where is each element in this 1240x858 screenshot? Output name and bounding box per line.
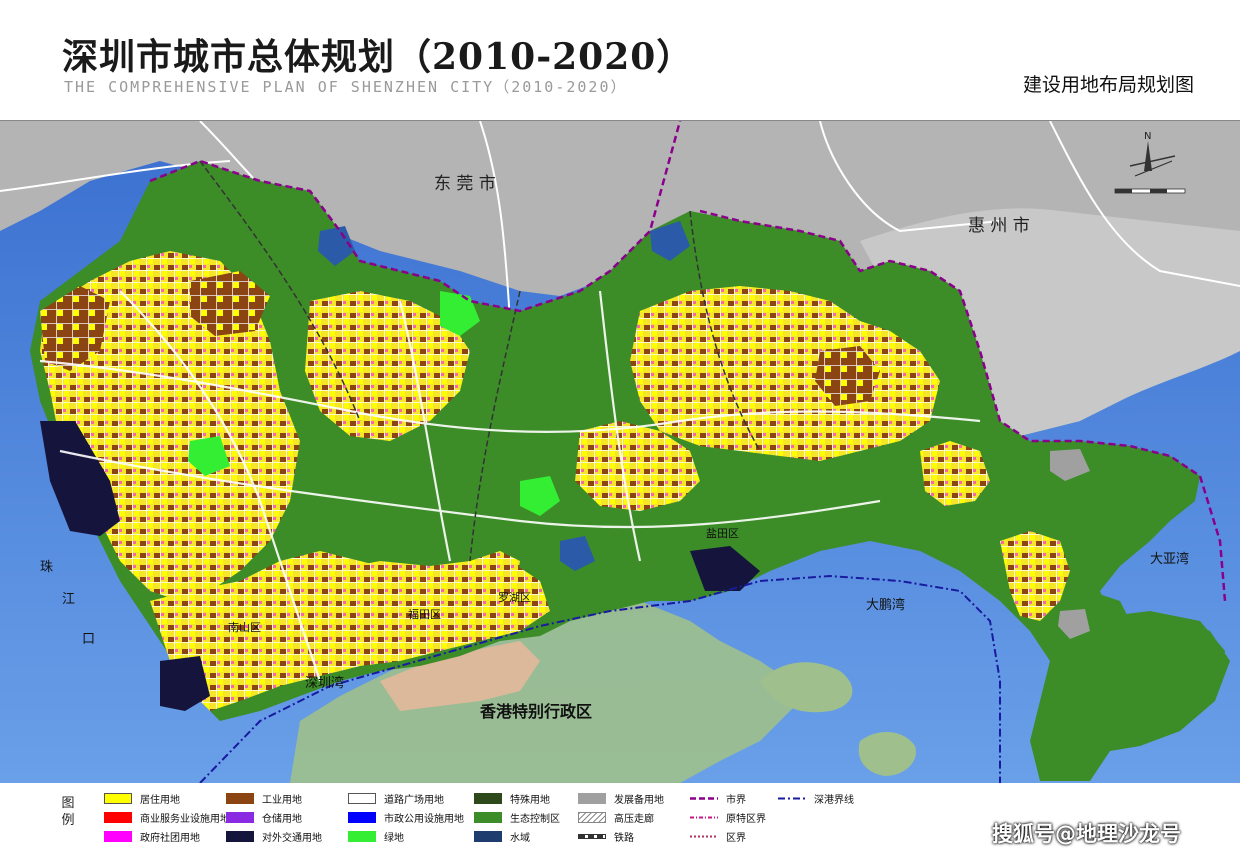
- commercial-swatch-icon: [104, 811, 132, 823]
- legend-item-hv-corridor: 高压走廊: [578, 809, 654, 825]
- legend-label: 商业服务业设施用地: [140, 813, 230, 825]
- region-label-dongguan: 东 莞 市: [434, 174, 496, 194]
- land-use-map[interactable]: N 东 莞 市 惠 州 市 香港特别行政区 福田区 罗湖区 盐田区 南山区 珠 …: [0, 120, 1240, 784]
- industrial-swatch-icon: [226, 792, 254, 804]
- water-label-pearl-river-1: 珠: [40, 560, 53, 575]
- special-swatch-icon: [474, 792, 502, 804]
- legend-label: 市界: [726, 794, 746, 806]
- sz-hk-boundary-swatch-icon: [778, 793, 806, 804]
- legend-item-transport: 对外交通用地: [226, 828, 322, 844]
- legend-item-special: 特殊用地: [474, 790, 550, 806]
- header: 深圳市城市总体规划（2010-2020） THE COMPREHENSIVE P…: [0, 0, 1240, 120]
- district-label-futian: 福田区: [408, 607, 441, 621]
- eco-control-swatch-icon: [474, 811, 502, 823]
- legend-label: 市政公用设施用地: [384, 813, 464, 825]
- legend-label: 仓储用地: [262, 813, 302, 825]
- government-swatch-icon: [104, 830, 132, 842]
- legend-label: 铁路: [614, 832, 634, 844]
- legend-label: 生态控制区: [510, 813, 560, 825]
- legend-item-city-boundary: 市界: [690, 790, 746, 806]
- residential-swatch-icon: [104, 792, 132, 804]
- legend-item-roads: 道路广场用地: [348, 790, 444, 806]
- legend-item-industrial: 工业用地: [226, 790, 302, 806]
- legend-label: 政府社团用地: [140, 832, 200, 844]
- legend-item-reserve: 发展备用地: [578, 790, 664, 806]
- green-swatch-icon: [348, 830, 376, 842]
- watermark: 搜狐号@地理沙龙号: [992, 822, 1181, 846]
- legend-label: 居住用地: [140, 794, 180, 806]
- water-label-dapeng-bay: 大鹏湾: [866, 597, 905, 613]
- legend-label: 深港界线: [814, 794, 854, 806]
- legend-label: 原特区界: [726, 813, 766, 825]
- water-label-daya-bay: 大亚湾: [1150, 551, 1189, 567]
- sez-boundary-swatch-icon: [690, 812, 718, 823]
- water-label-pearl-river-2: 江: [62, 592, 75, 607]
- legend-heading: 图例: [61, 796, 75, 828]
- district-label-yantian: 盐田区: [706, 527, 739, 540]
- legend-label: 对外交通用地: [262, 832, 322, 844]
- railway-swatch-icon: [578, 833, 606, 839]
- region-label-hongkong: 香港特别行政区: [479, 702, 592, 721]
- district-boundary-swatch-icon: [690, 831, 718, 842]
- legend-label: 道路广场用地: [384, 794, 444, 806]
- legend-item-commercial: 商业服务业设施用地: [104, 809, 230, 825]
- legend-item-green: 绿地: [348, 828, 404, 844]
- legend-label: 发展备用地: [614, 794, 664, 806]
- utilities-swatch-icon: [348, 811, 376, 823]
- hv-corridor-swatch-icon: [578, 811, 606, 823]
- legend-item-residential: 居住用地: [104, 790, 180, 806]
- reserve-swatch-icon: [578, 792, 606, 804]
- map-title: 建设用地布局规划图: [1022, 74, 1194, 96]
- water-label-pearl-river-3: 口: [82, 632, 95, 647]
- legend-item-railway: 铁路: [578, 828, 634, 844]
- legend-item-sez-boundary: 原特区界: [690, 809, 766, 825]
- district-label-luohu: 罗湖区: [498, 591, 531, 604]
- legend-item-storage: 仓储用地: [226, 809, 302, 825]
- storage-swatch-icon: [226, 811, 254, 823]
- water-swatch-icon: [474, 830, 502, 842]
- region-label-huizhou: 惠 州 市: [968, 216, 1030, 236]
- legend-label: 绿地: [384, 832, 404, 844]
- legend-label: 高压走廊: [614, 813, 654, 825]
- legend-item-government: 政府社团用地: [104, 828, 200, 844]
- map-canvas: N 东 莞 市 惠 州 市 香港特别行政区 福田区 罗湖区 盐田区 南山区 珠 …: [0, 121, 1240, 783]
- water-label-shenzhen-bay: 深圳湾: [305, 675, 344, 691]
- legend-item-district-boundary: 区界: [690, 828, 746, 844]
- page-subtitle: THE COMPREHENSIVE PLAN OF SHENZHEN CITY（…: [64, 78, 628, 96]
- legend-item-eco-control: 生态控制区: [474, 809, 560, 825]
- district-label-nanshan: 南山区: [228, 621, 261, 634]
- legend-label: 水域: [510, 832, 530, 844]
- legend-label: 区界: [726, 832, 746, 844]
- legend-label: 特殊用地: [510, 794, 550, 806]
- page-title: 深圳市城市总体规划（2010-2020）: [62, 36, 694, 78]
- legend-item-utilities: 市政公用设施用地: [348, 809, 464, 825]
- legend-item-sz-hk-boundary: 深港界线: [778, 790, 854, 806]
- legend-label: 工业用地: [262, 794, 302, 806]
- compass-label: N: [1144, 131, 1151, 142]
- legend-item-water: 水域: [474, 828, 530, 844]
- scale-bar-icon: [1114, 188, 1186, 194]
- roads-swatch-icon: [348, 792, 376, 804]
- transport-swatch-icon: [226, 830, 254, 842]
- city-boundary-swatch-icon: [690, 793, 718, 804]
